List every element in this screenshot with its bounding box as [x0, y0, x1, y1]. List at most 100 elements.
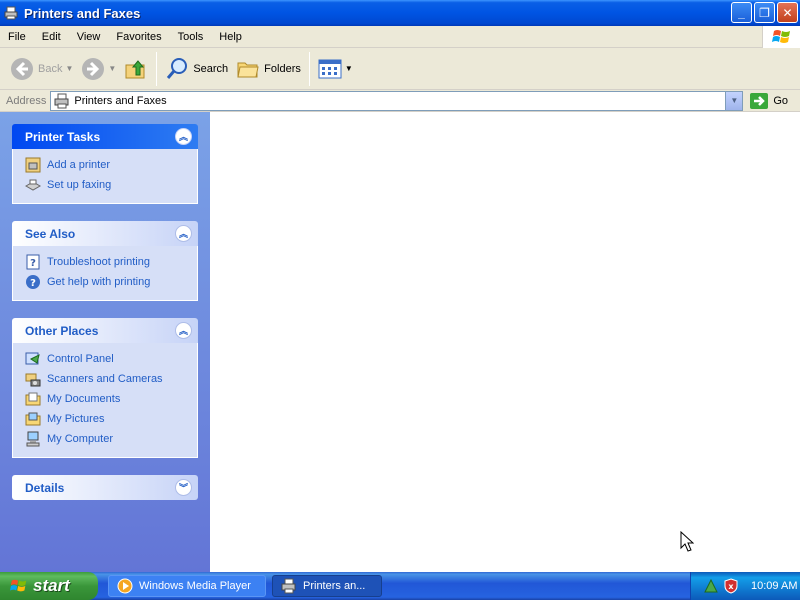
place-my-documents[interactable]: My Documents — [25, 389, 197, 409]
go-arrow-icon — [750, 92, 769, 109]
printer-tasks-title: Printer Tasks — [25, 129, 101, 144]
see-also-title: See Also — [25, 226, 76, 241]
see-also-header[interactable]: See Also ︽ — [12, 221, 198, 246]
address-value: Printers and Faxes — [74, 94, 167, 107]
back-button[interactable]: Back ▼ — [6, 52, 77, 86]
restore-button[interactable]: ❐ — [754, 2, 775, 23]
window-title: Printers and Faxes — [24, 5, 141, 21]
collapse-chevron-icon[interactable]: ︽ — [175, 128, 192, 145]
up-folder-icon — [125, 59, 145, 78]
my-pictures-icon — [25, 412, 41, 426]
search-label: Search — [193, 62, 229, 75]
printer-icon — [54, 93, 69, 108]
expand-chevron-icon[interactable]: ︾ — [175, 479, 192, 496]
menu-tools[interactable]: Tools — [170, 31, 212, 43]
folders-button[interactable]: Folders — [232, 52, 305, 86]
scanner-camera-icon — [25, 373, 41, 387]
taskbar-item-printers-and-faxes[interactable]: Printers an... — [272, 575, 382, 597]
place-label: My Computer — [47, 433, 114, 445]
details-header[interactable]: Details ︾ — [12, 475, 198, 500]
place-label: My Documents — [47, 393, 121, 405]
minimize-button[interactable]: _ — [731, 2, 752, 23]
search-button[interactable]: Search — [161, 52, 232, 86]
task-label: Add a printer — [47, 159, 110, 171]
menu-bar: File Edit View Favorites Tools Help — [0, 26, 800, 48]
menu-view[interactable]: View — [69, 31, 109, 43]
printer-icon — [4, 6, 18, 20]
address-label: Address — [6, 94, 47, 107]
help-book-icon: ? — [26, 254, 40, 270]
place-my-computer[interactable]: My Computer — [25, 429, 197, 449]
up-folder-button[interactable] — [120, 52, 152, 86]
other-places-panel: Other Places ︽ Control Panel Scanners an… — [12, 318, 198, 458]
task-troubleshoot-printing[interactable]: ? Troubleshoot printing — [25, 252, 197, 272]
mouse-cursor-icon — [680, 531, 694, 552]
toolbar-separator — [156, 51, 158, 86]
views-icon — [318, 59, 342, 78]
printer-tasks-header[interactable]: Printer Tasks ︽ — [12, 124, 198, 149]
fax-icon — [25, 179, 41, 191]
taskbar: start Windows Media Player Printers an..… — [0, 572, 800, 600]
help-circle-icon: ? — [26, 275, 40, 289]
windows-logo-icon — [762, 26, 800, 48]
start-button[interactable]: start — [0, 572, 98, 600]
svg-text:?: ? — [30, 278, 36, 289]
collapse-chevron-icon[interactable]: ︽ — [175, 322, 192, 339]
forward-arrow-icon — [82, 57, 105, 80]
system-tray: x 10:09 AM — [690, 572, 800, 600]
printer-list-area[interactable] — [210, 112, 800, 572]
go-label: Go — [773, 94, 789, 107]
details-title: Details — [25, 480, 65, 495]
network-icon[interactable] — [703, 578, 719, 594]
search-icon — [167, 57, 188, 79]
folders-icon — [237, 62, 259, 77]
menu-edit[interactable]: Edit — [34, 31, 69, 43]
printer-icon — [281, 578, 296, 594]
windows-logo-icon — [10, 579, 27, 592]
views-dropdown-icon[interactable]: ▼ — [345, 64, 353, 73]
title-bar[interactable]: Printers and Faxes _ ❐ ✕ — [0, 0, 800, 26]
collapse-chevron-icon[interactable]: ︽ — [175, 225, 192, 242]
other-places-header[interactable]: Other Places ︽ — [12, 318, 198, 343]
place-control-panel[interactable]: Control Panel — [25, 349, 197, 369]
close-button[interactable]: ✕ — [777, 2, 798, 23]
security-shield-icon[interactable]: x — [723, 578, 739, 594]
task-set-up-faxing[interactable]: Set up faxing — [25, 175, 197, 195]
menu-help[interactable]: Help — [211, 31, 250, 43]
back-label: Back — [38, 62, 63, 75]
taskbar-item-label: Windows Media Player — [139, 580, 251, 592]
details-panel: Details ︾ — [12, 475, 198, 500]
add-printer-icon — [25, 157, 41, 173]
task-get-help-printing[interactable]: ? Get help with printing — [25, 272, 197, 292]
other-places-title: Other Places — [25, 323, 99, 338]
go-button[interactable]: Go — [749, 92, 788, 110]
folders-label: Folders — [264, 62, 301, 75]
svg-text:?: ? — [30, 258, 36, 269]
address-dropdown-icon[interactable]: ▼ — [725, 91, 743, 110]
task-label: Get help with printing — [47, 276, 151, 288]
place-my-pictures[interactable]: My Pictures — [25, 409, 197, 429]
clock[interactable]: 10:09 AM — [751, 580, 797, 592]
control-panel-icon — [25, 352, 40, 365]
place-label: My Pictures — [47, 413, 105, 425]
forward-button[interactable]: ▼ — [77, 52, 120, 86]
task-add-printer[interactable]: Add a printer — [25, 155, 197, 175]
see-also-panel: See Also ︽ ? Troubleshoot printing ? Get… — [12, 221, 198, 301]
menu-favorites[interactable]: Favorites — [108, 31, 169, 43]
views-button[interactable]: ▼ — [314, 52, 357, 86]
my-computer-icon — [26, 431, 40, 447]
place-label: Scanners and Cameras — [47, 373, 163, 385]
toolbar: Back ▼ ▼ Search Folders ▼ — [0, 48, 800, 90]
forward-dropdown-icon[interactable]: ▼ — [108, 64, 116, 73]
task-label: Set up faxing — [47, 179, 112, 191]
place-scanners-cameras[interactable]: Scanners and Cameras — [25, 369, 197, 389]
back-arrow-icon — [11, 57, 33, 80]
taskbar-item-windows-media-player[interactable]: Windows Media Player — [108, 575, 266, 597]
task-pane: Printer Tasks ︽ Add a printer Set up fax… — [0, 112, 210, 572]
address-bar: Address Printers and Faxes ▼ Go — [0, 90, 800, 112]
menu-file[interactable]: File — [0, 31, 34, 43]
back-dropdown-icon[interactable]: ▼ — [65, 64, 73, 73]
media-player-icon — [117, 578, 133, 594]
address-input[interactable]: Printers and Faxes ▼ — [50, 90, 744, 111]
my-documents-icon — [25, 392, 41, 406]
